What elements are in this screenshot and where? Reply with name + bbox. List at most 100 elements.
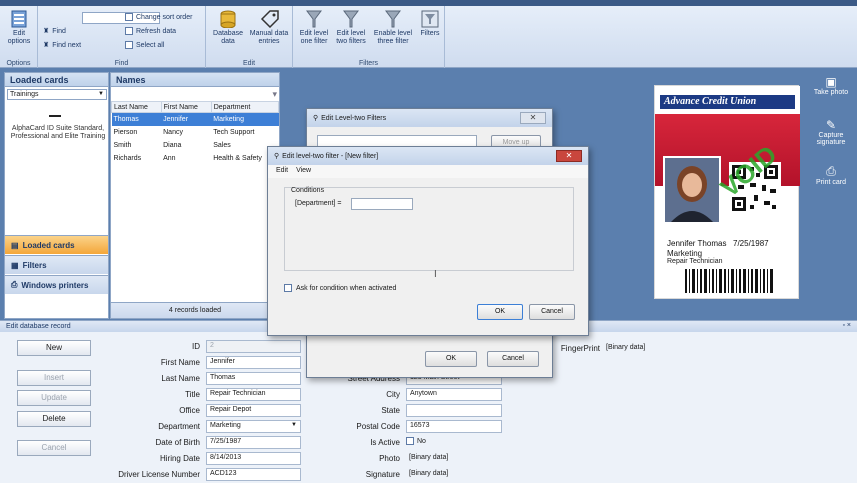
signature-value[interactable]: [Binary data] [409,470,448,477]
ribbon-group-title-options: Options [6,60,31,67]
cancel-button[interactable]: Cancel [17,440,91,456]
loaded-cards-title: Loaded cards [5,73,108,87]
title-field[interactable]: Repair Technician [206,388,301,401]
column-first-name[interactable]: First Name [160,101,212,113]
tag-icon [260,10,279,28]
new-button[interactable]: New [17,340,91,356]
table-row[interactable]: Richards Ann Health & Safety [112,152,279,165]
chevron-down-icon: ▼ [291,422,297,428]
take-photo-button[interactable]: ▣ Take photo [806,75,856,96]
options-icon [11,10,27,28]
card-description[interactable]: AlphaCard ID Suite Standard, Professiona… [8,125,108,141]
menu-view[interactable]: View [296,167,311,176]
update-button[interactable]: Update [17,390,91,406]
barcode [685,269,773,293]
find-button[interactable]: ♜ Find [43,27,66,36]
edit-options-button[interactable]: Edit options [4,10,34,46]
ribbon-group-title-find: Find [114,60,129,67]
close-icon[interactable]: ✕ [520,112,546,124]
ribbon-group-title-filters: Filters [358,60,379,67]
dob-field[interactable]: 7/25/1987 [206,436,301,449]
card-job-title: Repair Technician [667,258,723,265]
dl-number-field[interactable]: ACD123 [206,468,301,481]
state-field[interactable] [406,404,502,417]
database-data-button[interactable]: Database data [210,10,246,46]
ribbon-group-edit: Database data Manual data entries Edit [206,6,293,68]
last-name-field[interactable]: Thomas [206,372,301,385]
filters-button[interactable]: Filters [417,10,443,38]
database-icon [220,10,236,28]
edit-level-two-filters-button[interactable]: Edit level two filters [333,10,369,46]
menu-edit[interactable]: Edit [276,167,288,176]
insert-button[interactable]: Insert [17,370,91,386]
text-cursor-icon: I [434,269,437,280]
nav-windows-printers[interactable]: ⎙ Windows printers [5,275,108,294]
names-filter-bar: ▾ [111,88,279,101]
label-photo: Photo [379,454,400,463]
city-field[interactable]: Anytown [406,388,502,401]
manual-data-entries-button[interactable]: Manual data entries [248,10,290,46]
label-dob: Date of Birth [155,438,200,447]
dialog-title-bar: ⚲ Edit Level-two Filters [307,109,552,127]
funnel-icon[interactable]: ▾ [272,89,277,100]
ok-button[interactable]: OK [425,351,477,367]
names-panel: Names ▾ Last Name First Name Department … [110,72,280,319]
funnel-icon [306,10,322,28]
department-dropdown[interactable]: Marketing ▼ [206,420,301,433]
edit-level-two-filter-dialog: ⚲ Edit level-two filter - [New filter] ✕ … [267,146,589,336]
label-city: City [386,390,400,399]
select-all-button[interactable]: Select all [125,41,164,49]
label-first-name: First Name [160,358,200,367]
label-signature: Signature [365,470,400,479]
ribbon-group-find: ♜ Find ♜ Find next Change sort order Refre… [38,6,206,68]
column-department[interactable]: Department [210,101,280,113]
close-icon[interactable]: ▫ × [842,322,851,329]
delete-button[interactable]: Delete [17,411,91,427]
nav-filters[interactable]: ▦ Filters [5,255,108,274]
condition-value-input[interactable] [351,198,413,210]
ok-button[interactable]: OK [477,304,523,320]
enable-level-three-filter-button[interactable]: Enable level three filter [371,10,415,46]
card-dob: 7/25/1987 [733,239,769,248]
capture-signature-button[interactable]: ✎ Capture signature [806,118,856,146]
refresh-icon [125,27,133,35]
ask-condition-checkbox[interactable]: Ask for condition when activated [284,284,396,292]
ribbon: Edit options Options ♜ Find ♜ Find next Ch… [0,6,857,68]
label-hiring-date: Hiring Date [159,454,200,463]
table-row[interactable]: Pierson Nancy Tech Support [112,126,279,139]
binoculars-icon: ♜ [43,42,50,49]
table-row[interactable]: Thomas Jennifer Marketing [111,112,279,126]
first-name-field[interactable]: Jennifer [206,356,301,369]
postal-field[interactable]: 16573 [406,420,502,433]
dialog-title-bar: ⚲ Edit level-two filter - [New filter] [268,147,588,165]
office-field[interactable]: Repair Depot [206,404,301,417]
card-select-dropdown[interactable]: Trainings ▼ [7,89,107,100]
edit-level-one-filter-button[interactable]: Edit level one filter [296,10,332,46]
is-active-checkbox[interactable]: No [406,437,426,445]
filter-icon: ▦ [11,260,19,270]
hiring-date-field[interactable]: 8/14/2013 [206,452,301,465]
fingerprint-value[interactable]: [Binary data] [606,344,645,351]
table-row[interactable]: Smith Diana Sales [112,139,279,152]
condition-field-label: [Department] = [295,200,342,207]
card-brand-logo: Advance Credit Union [660,95,795,109]
id-field[interactable]: 2 [206,340,301,353]
records-status: 4 records loaded [111,302,279,318]
id-card-preview: Advance Credit Union VOID Jennifer Thoma… [654,85,800,299]
nav-loaded-cards[interactable]: ▤ Loaded cards [5,235,108,254]
cancel-button[interactable]: Cancel [487,351,539,367]
cancel-button[interactable]: Cancel [529,304,575,320]
change-sort-order-button[interactable]: Change sort order [125,13,192,21]
card-name: Jennifer Thomas [667,239,727,248]
print-card-button[interactable]: ⎙ Print card [806,164,856,186]
find-next-button[interactable]: ♜ Find next [43,41,81,50]
column-last-name[interactable]: Last Name [111,101,162,113]
label-postal: Postal Code [356,422,400,431]
ribbon-group-filters: Edit level one filter Edit level two fil… [293,6,445,68]
refresh-data-button[interactable]: Refresh data [125,27,176,35]
funnel-icon [385,10,401,28]
portrait-icon [665,158,719,222]
close-icon[interactable]: ✕ [556,150,582,162]
photo-value[interactable]: [Binary data] [409,454,448,461]
label-last-name: Last Name [161,374,200,383]
